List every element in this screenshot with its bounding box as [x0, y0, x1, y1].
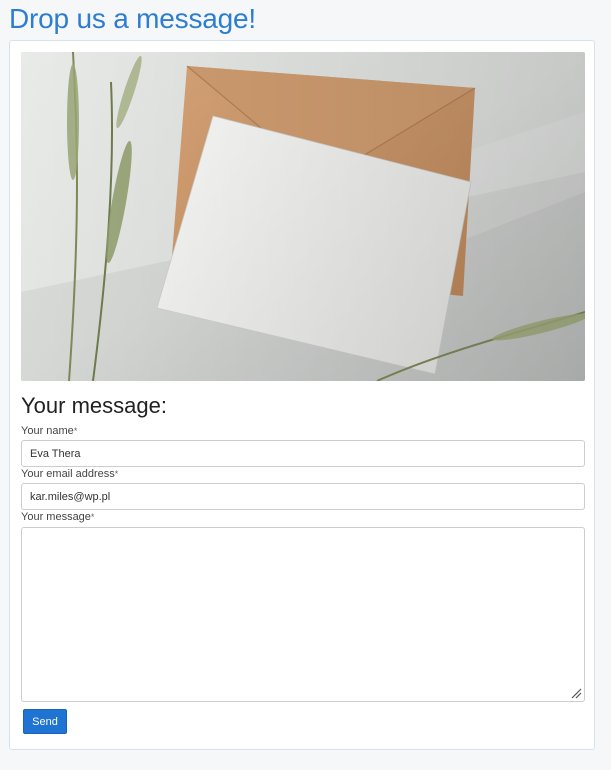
hero-image-envelope	[21, 52, 585, 381]
required-mark: *	[90, 512, 95, 522]
message-label-text: Your message	[21, 511, 91, 523]
name-label: Your name*	[21, 425, 77, 438]
name-field[interactable]	[21, 440, 585, 467]
form-heading: Your message:	[21, 393, 167, 418]
resize-grip-icon[interactable]	[570, 687, 582, 699]
name-label-text: Your name	[21, 425, 74, 437]
email-field[interactable]	[21, 483, 585, 510]
message-label: Your message*	[21, 511, 94, 524]
email-label: Your email address*	[21, 468, 118, 481]
message-field[interactable]	[21, 527, 585, 702]
send-button[interactable]: Send	[23, 709, 67, 734]
contact-card: Your message: Your name* Your email addr…	[9, 40, 595, 750]
page-title: Drop us a message!	[9, 3, 256, 34]
required-mark: *	[73, 426, 78, 436]
required-mark: *	[114, 469, 119, 479]
email-label-text: Your email address	[21, 468, 115, 480]
